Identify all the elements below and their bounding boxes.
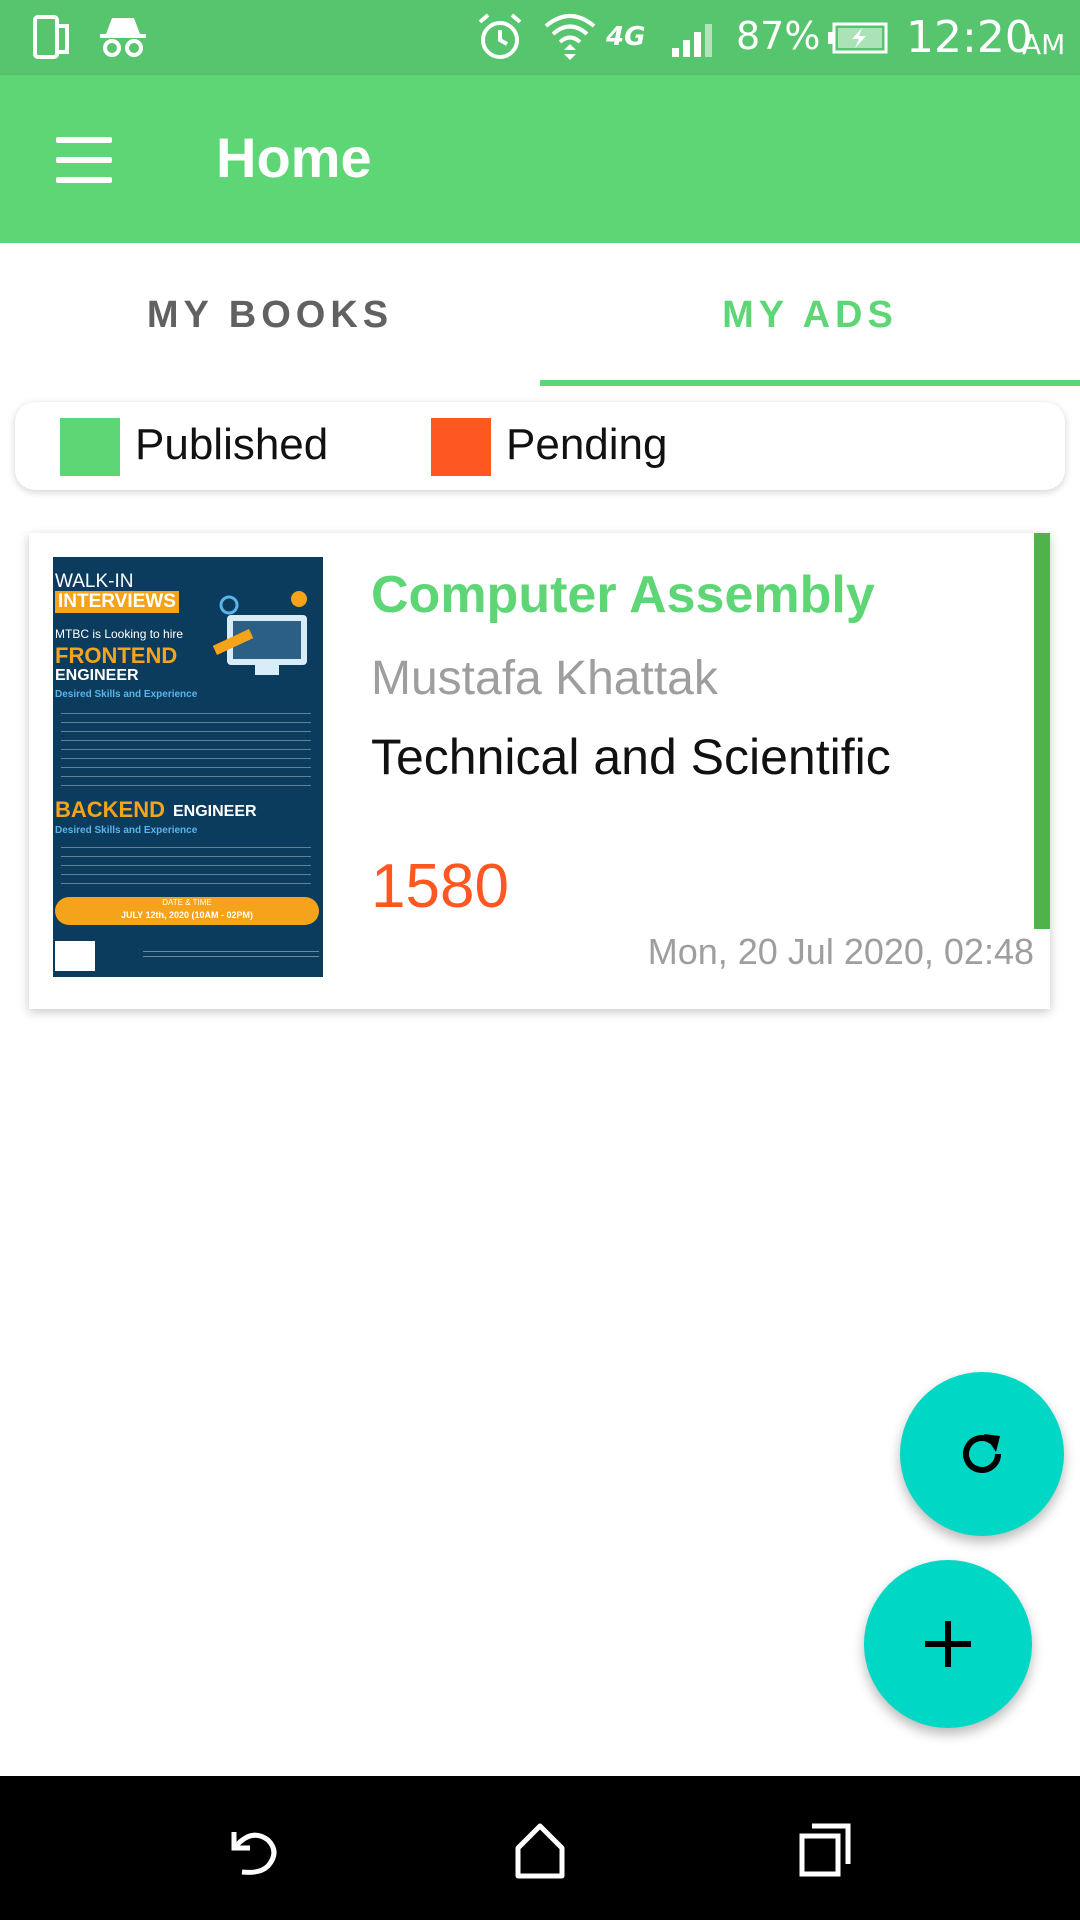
ad-category: Technical and Scientific bbox=[371, 729, 891, 785]
thumb-skill-lines-2 bbox=[61, 841, 311, 885]
thumb-line6: Desired Skills and Experience bbox=[55, 689, 198, 700]
thumb-line3: MTBC is Looking to hire bbox=[55, 627, 184, 641]
published-swatch bbox=[60, 418, 120, 476]
tab-bar: MY BOOKS MY ADS bbox=[0, 243, 1080, 388]
thumb-footer-lines bbox=[143, 947, 319, 961]
back-icon[interactable] bbox=[222, 1818, 286, 1882]
ad-thumbnail: WALK-IN INTERVIEWS MTBC is Looking to hi… bbox=[53, 557, 323, 977]
ad-price: 1580 bbox=[371, 852, 509, 921]
pending-swatch bbox=[431, 418, 491, 476]
signal-icon bbox=[672, 24, 712, 57]
battery-percent: 87% bbox=[736, 14, 821, 58]
thumb-footer-logo bbox=[55, 941, 95, 971]
app-bar: Home bbox=[0, 75, 1080, 243]
refresh-icon bbox=[963, 1434, 1001, 1473]
published-label: Published bbox=[135, 420, 329, 469]
tab-my-books[interactable]: MY BOOKS bbox=[0, 243, 540, 388]
thumb-line8: ENGINEER bbox=[173, 803, 257, 820]
thumb-date-value: JULY 12th, 2020 (10AM - 02PM) bbox=[120, 910, 254, 920]
tab-selected-indicator bbox=[540, 380, 1080, 386]
ad-title: Computer Assembly bbox=[371, 566, 875, 624]
ad-date: Mon, 20 Jul 2020, 02:48 bbox=[647, 931, 1034, 972]
thumb-line9: Desired Skills and Experience bbox=[55, 825, 198, 836]
thumb-line5: ENGINEER bbox=[55, 667, 139, 684]
incognito-icon bbox=[100, 18, 146, 57]
plus-icon bbox=[925, 1621, 971, 1667]
thumb-date-banner: DATE & TIME JULY 12th, 2020 (10AM - 02PM… bbox=[55, 897, 319, 925]
status-legend: Published Pending bbox=[15, 402, 1065, 490]
phone-screen-icon bbox=[33, 15, 69, 59]
tab-my-ads[interactable]: MY ADS bbox=[540, 243, 1080, 388]
refresh-button[interactable] bbox=[900, 1372, 1064, 1536]
battery-charging-icon bbox=[828, 22, 888, 54]
thumb-line1: WALK-IN bbox=[55, 571, 134, 592]
thumb-date-label: DATE & TIME bbox=[162, 898, 212, 907]
alarm-icon bbox=[478, 13, 522, 59]
recents-icon[interactable] bbox=[794, 1818, 858, 1882]
thumb-line2: INTERVIEWS bbox=[55, 591, 179, 613]
status-bar: 4G 87% 12:20 AM bbox=[0, 0, 1080, 75]
clock-ampm: AM bbox=[1022, 28, 1066, 61]
pending-label: Pending bbox=[506, 420, 668, 469]
thumb-line7: BACKEND bbox=[55, 797, 165, 822]
hamburger-menu-icon[interactable] bbox=[40, 125, 130, 195]
clock-time: 12:20 bbox=[906, 12, 1033, 63]
home-icon[interactable] bbox=[508, 1818, 572, 1882]
ad-card[interactable]: WALK-IN INTERVIEWS MTBC is Looking to hi… bbox=[29, 533, 1050, 1009]
thumb-computer-illustration bbox=[213, 591, 307, 675]
system-nav-bar bbox=[0, 1776, 1080, 1920]
network-type: 4G bbox=[606, 22, 646, 52]
wifi-icon bbox=[544, 14, 596, 60]
ad-author: Mustafa Khattak bbox=[371, 652, 718, 705]
thumb-skill-lines-1 bbox=[61, 707, 311, 787]
add-ad-button[interactable] bbox=[864, 1560, 1032, 1728]
page-title: Home bbox=[216, 126, 372, 189]
thumb-line4: FRONTEND bbox=[55, 643, 178, 668]
published-status-bar bbox=[1034, 533, 1050, 929]
